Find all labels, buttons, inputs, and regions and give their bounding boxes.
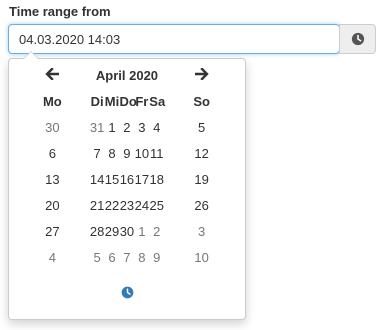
calendar-day-other-month[interactable]: 7 bbox=[119, 244, 134, 270]
calendar-day[interactable]: 7 bbox=[90, 140, 105, 166]
calendar-week-row: 4 5 6 7 8 9 10 bbox=[15, 244, 239, 270]
weekday-header: So bbox=[193, 93, 210, 109]
calendar-day[interactable]: 17 bbox=[134, 166, 149, 192]
calendar-week-row: 6 7 8 9 10 11 12 bbox=[15, 140, 239, 166]
datetime-input-wrapper bbox=[8, 24, 340, 54]
calendar-day[interactable]: 1 bbox=[105, 114, 120, 140]
calendar-day-other-month[interactable]: 2 bbox=[149, 218, 164, 244]
calendar-day[interactable]: 24 bbox=[134, 192, 149, 218]
calendar-day[interactable]: 12 bbox=[164, 140, 239, 166]
calendar-day-other-month[interactable]: 8 bbox=[134, 244, 149, 270]
calendar-day[interactable]: 2 bbox=[119, 114, 134, 140]
month-year-switch[interactable]: April 2020 bbox=[90, 62, 165, 88]
weekday-header: Do bbox=[119, 93, 137, 109]
calendar-day-other-month[interactable]: 5 bbox=[90, 244, 105, 270]
calendar-day[interactable]: 4 bbox=[149, 114, 164, 140]
calendar-day[interactable]: 13 bbox=[15, 166, 90, 192]
calendar-day[interactable]: 8 bbox=[105, 140, 120, 166]
calendar-day[interactable]: 15 bbox=[105, 166, 120, 192]
calendar-day[interactable]: 10 bbox=[134, 140, 149, 166]
calendar-day[interactable]: 22 bbox=[105, 192, 120, 218]
calendar-day-other-month[interactable]: 9 bbox=[149, 244, 164, 270]
weekday-header: Sa bbox=[149, 93, 166, 109]
calendar-week-row: 30 31 1 2 3 4 5 bbox=[15, 114, 239, 140]
calendar-day-other-month[interactable]: 1 bbox=[134, 218, 149, 244]
popup-arrow-inner bbox=[24, 52, 38, 59]
weekday-header: Mi bbox=[104, 93, 120, 109]
field-label: Time range from bbox=[9, 4, 111, 19]
prev-month-button[interactable] bbox=[15, 62, 90, 88]
calendar-table: April 2020 Mo Di Mi Do Fr Sa So 30 31 1 2 3 4 5 6 7 8 9 1… bbox=[15, 62, 239, 270]
calendar-day[interactable]: 3 bbox=[134, 114, 149, 140]
weekday-header: Mo bbox=[42, 93, 62, 109]
calendar-day[interactable]: 27 bbox=[15, 218, 90, 244]
open-picker-button[interactable] bbox=[339, 24, 376, 54]
clock-icon bbox=[351, 32, 364, 46]
calendar-day[interactable]: 16 bbox=[119, 166, 134, 192]
calendar-day[interactable]: 25 bbox=[149, 192, 164, 218]
calendar-day[interactable]: 30 bbox=[119, 218, 134, 244]
calendar-day[interactable]: 21 bbox=[90, 192, 105, 218]
calendar-day-other-month[interactable]: 3 bbox=[164, 218, 239, 244]
time-picker-toggle[interactable] bbox=[9, 281, 245, 303]
weekday-header: Di bbox=[90, 93, 104, 109]
calendar-day[interactable]: 18 bbox=[149, 166, 164, 192]
calendar-day-other-month[interactable]: 31 bbox=[90, 114, 105, 140]
weekday-header: Fr bbox=[135, 93, 149, 109]
calendar-day[interactable]: 29 bbox=[105, 218, 120, 244]
calendar-day[interactable]: 14 bbox=[90, 166, 105, 192]
datetime-picker-popup: April 2020 Mo Di Mi Do Fr Sa So 30 31 1 2 3 4 5 6 7 8 9 1… bbox=[8, 51, 246, 320]
arrow-left-icon bbox=[45, 66, 60, 81]
datetime-input[interactable] bbox=[9, 25, 339, 53]
calendar-day[interactable]: 26 bbox=[164, 192, 239, 218]
calendar-day[interactable]: 9 bbox=[119, 140, 134, 166]
calendar-day-other-month[interactable]: 30 bbox=[15, 114, 90, 140]
calendar-day[interactable]: 23 bbox=[119, 192, 134, 218]
calendar-day[interactable]: 6 bbox=[15, 140, 90, 166]
calendar-day[interactable]: 28 bbox=[90, 218, 105, 244]
calendar-day-other-month[interactable]: 6 bbox=[105, 244, 120, 270]
calendar-day[interactable]: 11 bbox=[149, 140, 164, 166]
calendar-day[interactable]: 20 bbox=[15, 192, 90, 218]
arrow-right-icon bbox=[194, 66, 209, 81]
calendar-day-other-month[interactable]: 10 bbox=[164, 244, 239, 270]
calendar-week-row: 27 28 29 30 1 2 3 bbox=[15, 218, 239, 244]
calendar-day-other-month[interactable]: 4 bbox=[15, 244, 90, 270]
calendar-week-row: 13 14 15 16 17 18 19 bbox=[15, 166, 239, 192]
calendar-week-row: 20 21 22 23 24 25 26 bbox=[15, 192, 239, 218]
next-month-button[interactable] bbox=[164, 62, 239, 88]
clock-icon bbox=[121, 286, 133, 298]
calendar-day[interactable]: 5 bbox=[164, 114, 239, 140]
calendar-day[interactable]: 19 bbox=[164, 166, 239, 192]
